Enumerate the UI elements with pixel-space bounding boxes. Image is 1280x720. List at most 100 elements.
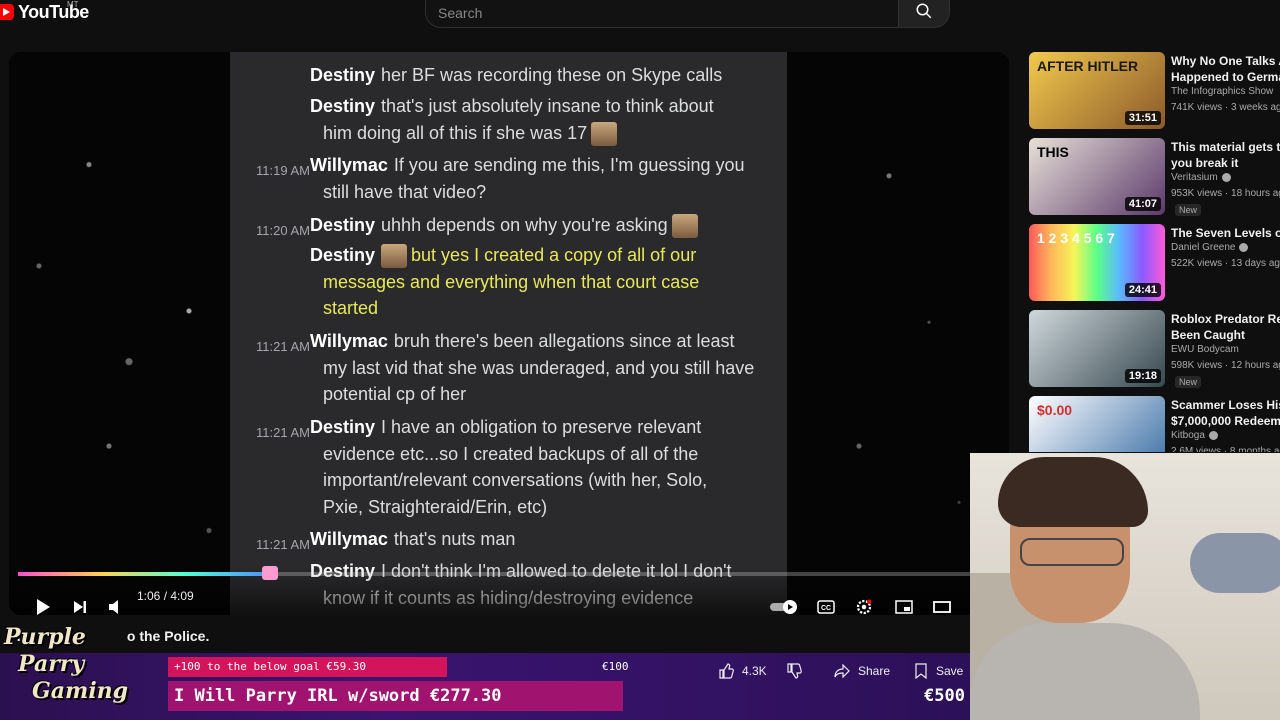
recommended-video[interactable]: $0.00 Scammer Loses His M$7,000,000 Redee…: [1029, 396, 1280, 452]
new-badge: New: [1175, 376, 1202, 388]
chat-message: 11:20 AM Destiny uhhh depends on why you'r…: [256, 212, 780, 239]
recommended-video[interactable]: THIS 41:07 This material gets touyou break…: [1029, 138, 1280, 216]
search-input[interactable]: [436, 1, 880, 25]
chat-message-line: him doing all of this if she was 17: [310, 120, 780, 147]
goal-main-label: I Will Parry IRL w/sword €277.30: [174, 686, 502, 706]
recommended-video-title[interactable]: This material gets touyou break it: [1171, 139, 1280, 171]
verified-check-icon: [1239, 242, 1249, 252]
video-thumbnail[interactable]: THIS 41:07: [1029, 138, 1165, 215]
chat-message: 11:19 AM Willymac If you are sending me th…: [256, 152, 780, 205]
chat-text: my last vid that she was underaged, and …: [323, 357, 755, 378]
video-thumbnail[interactable]: 1 2 3 4 5 6 7 24:41: [1029, 224, 1165, 301]
gear-icon: [856, 599, 872, 615]
webcam-background-pillow: [1190, 533, 1280, 593]
save-button[interactable]: Save: [914, 660, 963, 682]
video-duration: 31:51: [1124, 111, 1161, 125]
time-readout: 1:06 / 4:09: [137, 589, 194, 603]
logo-line: Parry: [18, 651, 85, 677]
chat-message: Destiny but yes I created a copy of all o…: [310, 242, 780, 322]
play-icon: [37, 599, 50, 615]
search-box[interactable]: [425, 0, 900, 28]
emote-icon: [381, 244, 408, 269]
like-button[interactable]: 4.3K: [718, 660, 767, 682]
recommended-video-title[interactable]: Scammer Loses His M$7,000,000 Redeem: [1171, 397, 1280, 429]
chat-message-line: Willymac bruh there's been allegations si…: [310, 328, 780, 355]
goal-main-target: €500: [924, 686, 965, 706]
channel-name[interactable]: EWU Bodycam: [1171, 344, 1239, 355]
video-player[interactable]: Destiny her BF was recording these on Sky…: [9, 52, 1009, 615]
channel-name[interactable]: The Infographics Show: [1171, 86, 1273, 97]
chat-message-line: my last vid that she was underaged, and …: [310, 355, 780, 382]
view-count-and-date: 741K views · 3 weeks ago: [1171, 102, 1280, 113]
chat-message: Destiny her BF was recording these on Sky…: [310, 62, 780, 89]
captions-icon: CC: [817, 600, 835, 614]
view-count-and-date: 2.6M views · 8 months ago: [1171, 446, 1280, 452]
recommended-video[interactable]: 19:18 Roblox Predator ReallBeen CaughtEWU…: [1029, 310, 1280, 388]
save-label: Save: [936, 664, 964, 678]
channel-name[interactable]: Kitboga: [1171, 430, 1218, 441]
chat-timestamp: 11:20 AM: [256, 223, 310, 238]
volume-button[interactable]: [101, 591, 131, 615]
next-button[interactable]: [65, 591, 95, 615]
recommended-video-title[interactable]: The Seven Levels of F: [1171, 225, 1280, 241]
logo-line: Gaming: [32, 678, 129, 704]
autoplay-toggle-icon: [770, 600, 797, 614]
chat-username: Destiny: [310, 245, 376, 265]
webcam-person-hair: [998, 457, 1148, 527]
settings-button[interactable]: [849, 591, 879, 615]
chat-message: Destiny that's just absolutely insane to …: [310, 93, 780, 146]
chat-text: started: [323, 298, 379, 318]
chat-text: Pxie, Straighteraid/Erin, etc): [323, 496, 548, 517]
video-duration: 24:41: [1124, 283, 1161, 297]
bookmark-icon: [915, 663, 927, 679]
chat-text: potential cp of her: [323, 384, 467, 404]
video-duration: 41:07: [1124, 197, 1161, 211]
video-thumbnail[interactable]: AFTER HITLER 31:51: [1029, 52, 1165, 129]
miniplayer-icon: [895, 600, 913, 614]
captions-button[interactable]: CC: [811, 591, 841, 615]
video-thumbnail[interactable]: 19:18: [1029, 310, 1165, 387]
chat-log-screenshot: Destiny her BF was recording these on Sky…: [230, 52, 787, 615]
autoplay-toggle[interactable]: [769, 591, 799, 615]
goal-top-bar: +100 to the below goal €59.30: [168, 657, 447, 677]
verified-check-icon: [1208, 430, 1218, 440]
view-count-and-date: 598K views · 12 hours ago: [1171, 360, 1280, 371]
chat-message-line: Destiny but yes I created a copy of all o…: [310, 242, 780, 269]
below-video-area: I Ko the Police. 4.3K Share Save Purple P…: [0, 616, 970, 720]
recommended-video-title[interactable]: Roblox Predator ReallBeen Caught: [1171, 311, 1280, 343]
chat-text: her BF was recording these on Skype call…: [381, 65, 723, 85]
channel-name[interactable]: Veritasium: [1171, 172, 1231, 183]
chat-text: I have an obligation to preserve relevan…: [381, 417, 702, 437]
youtube-logo[interactable]: YouTube MT: [0, 0, 89, 24]
chat-username: Willymac: [310, 529, 388, 549]
channel-name[interactable]: Daniel Greene: [1171, 242, 1249, 253]
verified-check-icon: [1221, 172, 1231, 182]
chat-username: Willymac: [310, 331, 388, 351]
chat-message-line: evidence etc...so I created backups of a…: [310, 441, 780, 468]
share-button[interactable]: Share: [834, 660, 890, 682]
nyan-cat-scrubber-icon[interactable]: [262, 566, 279, 580]
chat-text: still have that video?: [323, 181, 487, 202]
play-button[interactable]: [27, 591, 59, 615]
svg-text:CC: CC: [821, 605, 831, 612]
recommended-video[interactable]: 1 2 3 4 5 6 7 24:41 The Seven Levels of FD…: [1029, 224, 1280, 302]
recommended-video-title[interactable]: Why No One Talks AbHappened to Germans: [1171, 53, 1280, 85]
chat-message-line: Destiny uhhh depends on why you're asking: [310, 212, 780, 239]
streamer-webcam: [970, 453, 1280, 720]
theater-mode-button[interactable]: [927, 591, 957, 615]
chat-text: If you are sending me this, I'm guessing…: [393, 155, 745, 175]
recommended-video[interactable]: AFTER HITLER 31:51 Why No One Talks AbHapp…: [1029, 52, 1280, 130]
search-button[interactable]: [898, 0, 950, 28]
progress-bar[interactable]: [18, 566, 970, 580]
miniplayer-button[interactable]: [889, 591, 919, 615]
emote-icon: [671, 214, 698, 239]
like-count: 4.3K: [742, 664, 767, 678]
thumbs-down-icon: [787, 663, 802, 679]
dislike-button[interactable]: [786, 660, 802, 682]
logo-line: Purple: [4, 624, 86, 650]
chat-message-line: started: [310, 295, 780, 322]
chat-username: Destiny: [310, 96, 376, 116]
view-count-and-date: 522K views · 13 days ago: [1171, 258, 1280, 269]
view-count-and-date: 953K views · 18 hours ago: [1171, 188, 1280, 199]
video-thumbnail[interactable]: $0.00: [1029, 396, 1165, 452]
